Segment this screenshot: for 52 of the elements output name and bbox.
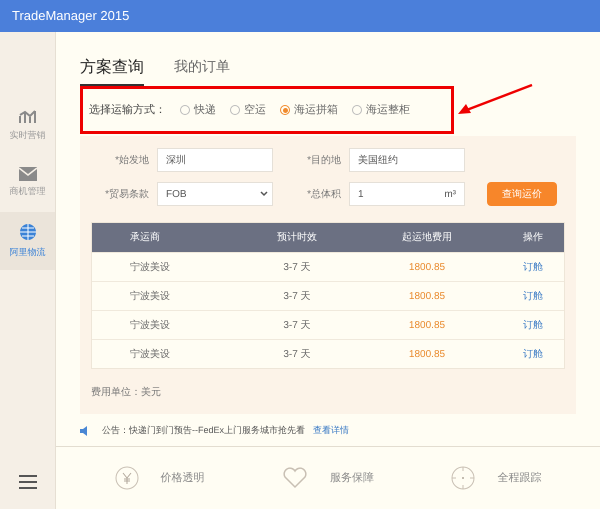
book-link[interactable]: 订舱 [523,318,543,332]
unit-label: m³ [444,188,456,202]
table-cell-text: 3-7 天 [282,318,312,332]
book-link[interactable]: 订舱 [523,260,543,274]
tab[interactable]: 我的订单 [174,56,230,83]
radio-option[interactable]: 海运整柜 [352,102,410,118]
globe-icon [18,222,38,242]
column-header: 操作 [522,231,544,245]
input-field[interactable]: 深圳 [157,148,273,172]
table-cell-text: 3-7 天 [282,348,312,362]
window-title: TradeManager 2015 [12,7,130,26]
table-cell-text: 1800.85 [408,260,446,274]
field-label: *目的地 [306,154,341,168]
input-field[interactable]: 美国纽约 [349,148,465,172]
dropdown[interactable]: FOB [157,182,273,206]
table-cell-text: 宁波美设 [129,318,171,332]
tab[interactable]: 方案查询 [80,56,144,86]
speaker-icon [80,426,90,436]
details-link[interactable]: 查看详情 [313,424,350,438]
radio-group-label: 选择运输方式： [89,102,166,118]
book-link[interactable]: 订舱 [523,346,543,362]
field-label: *始发地 [114,154,149,168]
column-header: 起运地费用 [401,230,453,245]
table-cell-text: 宁波美设 [129,348,171,362]
column-header: 预计时效 [276,230,318,245]
sidebar-item[interactable]: 阿里物流 [0,212,55,270]
table-cell-text: 宁波美设 [129,260,171,274]
table-cell-text: 宁波美设 [129,290,171,304]
notice-text: 公告：快递门到门预告--FedEx上门服务城市抢先看 [102,424,306,438]
feature-label: 价格透明 [160,470,205,486]
table-cell-text: 1800.85 [408,318,446,332]
table-cell-text: 3-7 天 [282,290,312,304]
table-cell-text: 1800.85 [408,348,446,362]
radio-option[interactable]: 快递 [180,102,216,118]
radio-option[interactable]: 海运拼箱 [280,102,338,118]
input-field[interactable]: 1 m³ [349,182,465,206]
crosshair-icon [451,466,476,490]
book-link[interactable]: 订舱 [523,288,543,304]
radio-option[interactable]: 空运 [230,102,266,118]
feature-label: 服务保障 [330,470,374,486]
envelope-icon [18,167,36,182]
currency-note: 费用单位：美元 [91,386,162,400]
field-label: *贸易条款 [104,188,149,202]
menu-icon[interactable] [18,475,36,489]
yen-icon [114,466,139,490]
heart-icon [282,467,308,489]
chevron-down-icon [260,191,268,197]
table-cell-text: 1800.85 [408,290,446,304]
column-header: 承运商 [129,230,161,245]
field-label: *总体积 [306,188,341,202]
feature-label: 全程跟踪 [497,470,542,486]
table-cell-text: 3-7 天 [282,260,312,274]
